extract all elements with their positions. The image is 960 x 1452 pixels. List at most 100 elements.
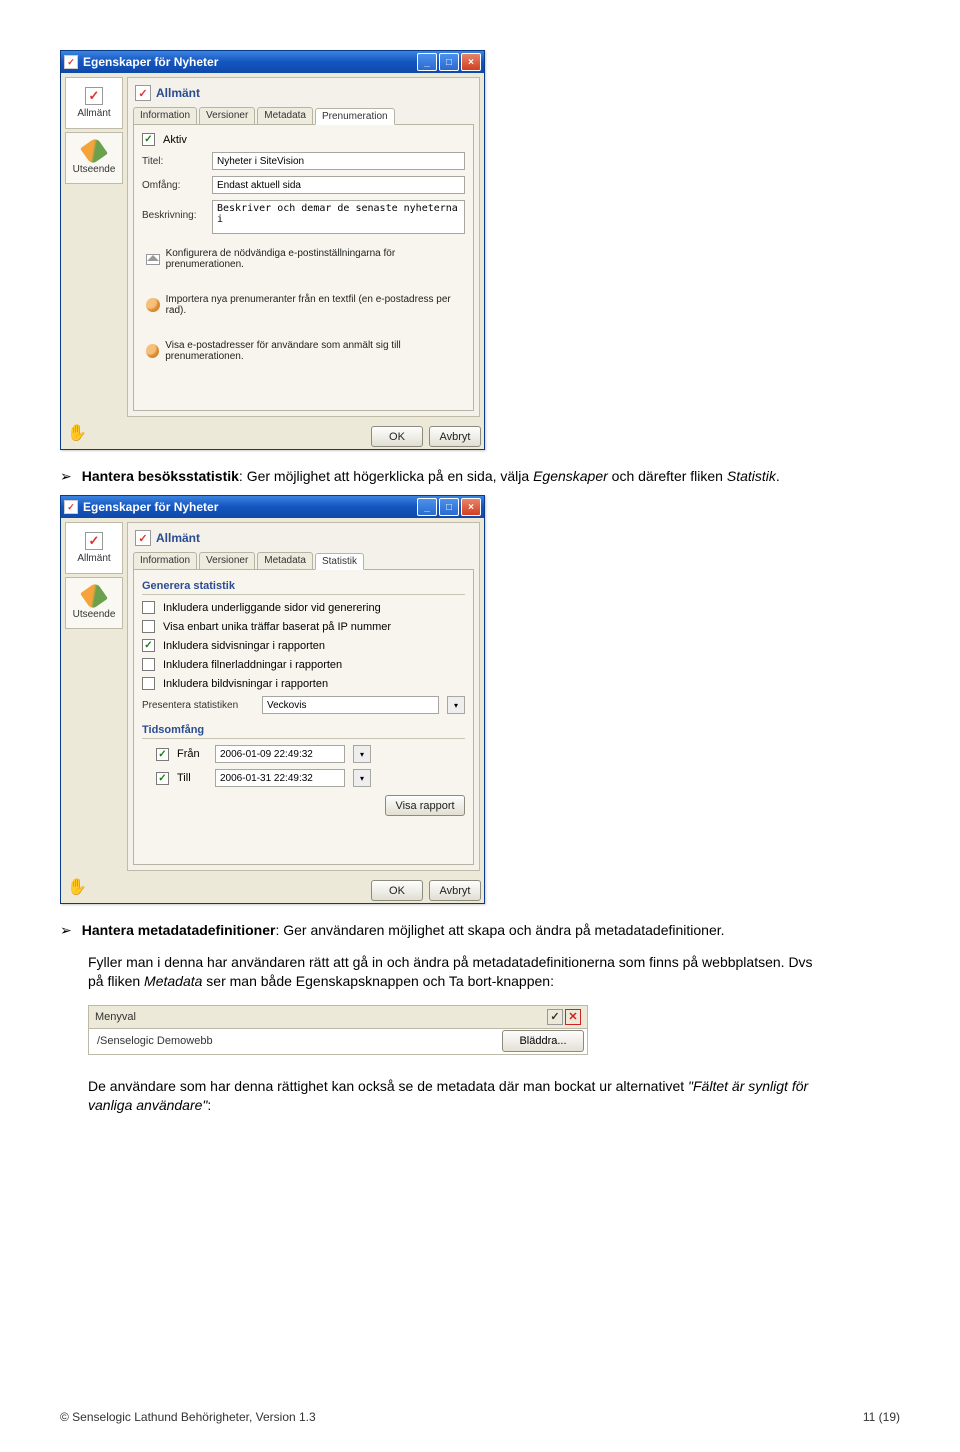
mail-icon xyxy=(146,254,160,265)
tab-metadata[interactable]: Metadata xyxy=(257,552,313,569)
link-import-subscribers[interactable]: Importera nya prenumeranter från en text… xyxy=(146,294,465,316)
paragraph-metadata-rights: Fyller man i denna har användaren rätt a… xyxy=(88,953,828,991)
browse-button[interactable]: Bläddra... xyxy=(502,1030,584,1052)
properties-dialog-statistik: ✓ Egenskaper för Nyheter _ □ × ✓ Allmänt… xyxy=(60,495,485,904)
ok-button[interactable]: OK xyxy=(371,426,423,447)
app-icon: ✓ xyxy=(64,55,78,69)
section-title: ✓ Allmänt xyxy=(133,83,474,107)
omfang-label: Omfång: xyxy=(142,180,204,191)
sidenav-label: Allmänt xyxy=(77,108,110,119)
minimize-button[interactable]: _ xyxy=(417,53,437,71)
footer-left: © Senselogic Lathund Behörigheter, Versi… xyxy=(60,1410,316,1424)
sidenav-item-utseende[interactable]: Utseende xyxy=(65,577,123,629)
tab-panel-prenumeration: ✓ Aktiv Titel: Omfång: Beskrivning: xyxy=(133,124,474,411)
tab-prenumeration[interactable]: Prenumeration xyxy=(315,108,395,125)
section-title: ✓ Allmänt xyxy=(133,528,474,552)
beskrivning-label: Beskrivning: xyxy=(142,200,204,221)
tab-versioner[interactable]: Versioner xyxy=(199,107,255,124)
maximize-button[interactable]: □ xyxy=(439,53,459,71)
dropdown-icon[interactable]: ▾ xyxy=(447,696,465,714)
properties-icon[interactable]: ✓ xyxy=(547,1009,563,1025)
from-date-input[interactable] xyxy=(215,745,345,763)
paragraph-users-visibility: De användare som har denna rättighet kan… xyxy=(88,1077,828,1115)
dropdown-icon[interactable]: ▾ xyxy=(353,769,371,787)
bullet-hantera-metadatadefinitioner: ➢ Hantera metadatadefinitioner: Ger anvä… xyxy=(60,922,900,939)
link-configure-mail[interactable]: Konfigurera de nödvändiga e-postinställn… xyxy=(146,248,465,270)
titlebar[interactable]: ✓ Egenskaper för Nyheter _ □ × xyxy=(61,496,484,518)
titel-input[interactable] xyxy=(212,152,465,170)
menyval-path: /Senselogic Demowebb xyxy=(89,1035,499,1047)
present-stats-select[interactable] xyxy=(262,696,439,714)
ok-button[interactable]: OK xyxy=(371,880,423,901)
bullet-hantera-statistik: ➢ Hantera besöksstatistik: Ger möjlighet… xyxy=(60,468,900,485)
fieldset-time-range: Tidsomfång xyxy=(142,722,465,739)
side-nav: ✓ Allmänt Utseende xyxy=(65,522,123,871)
to-label: Till xyxy=(177,772,207,784)
page-footer: © Senselogic Lathund Behörigheter, Versi… xyxy=(60,1410,900,1424)
pageviews-checkbox[interactable]: ✓ xyxy=(142,639,155,652)
window-title: Egenskaper för Nyheter xyxy=(83,500,218,514)
menyval-header: Menyval ✓ ✕ xyxy=(88,1005,588,1029)
fieldset-generate-statistics: Generera statistik xyxy=(142,578,465,595)
footer-right: 11 (19) xyxy=(863,1410,900,1424)
tab-information[interactable]: Information xyxy=(133,552,197,569)
close-button[interactable]: × xyxy=(461,53,481,71)
aktiv-label: Aktiv xyxy=(163,134,187,146)
hand-icon: ✋ xyxy=(67,423,85,441)
main-panel: ✓ Allmänt Information Versioner Metadata… xyxy=(127,522,480,871)
titlebar[interactable]: ✓ Egenskaper för Nyheter _ □ × xyxy=(61,51,484,73)
sidenav-label: Allmänt xyxy=(77,553,110,564)
link-show-subscribers[interactable]: Visa e-postadresser för användare som an… xyxy=(146,340,465,362)
main-panel: ✓ Allmänt Information Versioner Metadata… xyxy=(127,77,480,417)
check-icon: ✓ xyxy=(85,532,103,550)
maximize-button[interactable]: □ xyxy=(439,498,459,516)
menyval-panel: Menyval ✓ ✕ /Senselogic Demowebb Bläddra… xyxy=(88,1005,588,1055)
bullet-icon: ➢ xyxy=(60,468,72,485)
tab-statistik[interactable]: Statistik xyxy=(315,553,364,570)
minimize-button[interactable]: _ xyxy=(417,498,437,516)
sidenav-item-allmant[interactable]: ✓ Allmänt xyxy=(65,522,123,574)
to-checkbox[interactable]: ✓ xyxy=(156,772,169,785)
from-checkbox[interactable]: ✓ xyxy=(156,748,169,761)
aktiv-checkbox[interactable]: ✓ xyxy=(142,133,155,146)
app-icon: ✓ xyxy=(64,500,78,514)
sidenav-item-allmant[interactable]: ✓ Allmänt xyxy=(65,77,123,129)
check-icon: ✓ xyxy=(85,87,103,105)
side-nav: ✓ Allmänt Utseende xyxy=(65,77,123,417)
brush-icon xyxy=(80,137,108,165)
tab-panel-statistik: Generera statistik Inkludera underliggan… xyxy=(133,569,474,865)
sidenav-item-utseende[interactable]: Utseende xyxy=(65,132,123,184)
tabs: Information Versioner Metadata Prenumera… xyxy=(133,107,474,124)
titel-label: Titel: xyxy=(142,156,204,167)
people-list-icon xyxy=(146,344,159,358)
unique-hits-checkbox[interactable] xyxy=(142,620,155,633)
tabs: Information Versioner Metadata Statistik xyxy=(133,552,474,569)
paragraph: Hantera besöksstatistik: Ger möjlighet a… xyxy=(82,468,780,485)
omfang-select[interactable] xyxy=(212,176,465,194)
show-report-button[interactable]: Visa rapport xyxy=(385,795,465,816)
beskrivning-textarea[interactable] xyxy=(212,200,465,234)
paragraph: Hantera metadatadefinitioner: Ger använd… xyxy=(82,922,725,939)
hand-icon: ✋ xyxy=(67,877,85,895)
tab-metadata[interactable]: Metadata xyxy=(257,107,313,124)
from-label: Från xyxy=(177,748,207,760)
close-button[interactable]: × xyxy=(461,498,481,516)
downloads-checkbox[interactable] xyxy=(142,658,155,671)
tab-versioner[interactable]: Versioner xyxy=(199,552,255,569)
window-title: Egenskaper för Nyheter xyxy=(83,55,218,69)
imageviews-checkbox[interactable] xyxy=(142,677,155,690)
include-subpages-checkbox[interactable] xyxy=(142,601,155,614)
to-date-input[interactable] xyxy=(215,769,345,787)
delete-icon[interactable]: ✕ xyxy=(565,1009,581,1025)
cancel-button[interactable]: Avbryt xyxy=(429,880,481,901)
menyval-title: Menyval xyxy=(95,1011,136,1023)
tab-information[interactable]: Information xyxy=(133,107,197,124)
present-stats-label: Presentera statistiken xyxy=(142,700,254,711)
brush-icon xyxy=(80,582,108,610)
bullet-icon: ➢ xyxy=(60,922,72,939)
check-icon: ✓ xyxy=(135,530,151,546)
properties-dialog-prenumeration: ✓ Egenskaper för Nyheter _ □ × ✓ Allmänt… xyxy=(60,50,485,450)
cancel-button[interactable]: Avbryt xyxy=(429,426,481,447)
sidenav-label: Utseende xyxy=(73,164,116,175)
dropdown-icon[interactable]: ▾ xyxy=(353,745,371,763)
